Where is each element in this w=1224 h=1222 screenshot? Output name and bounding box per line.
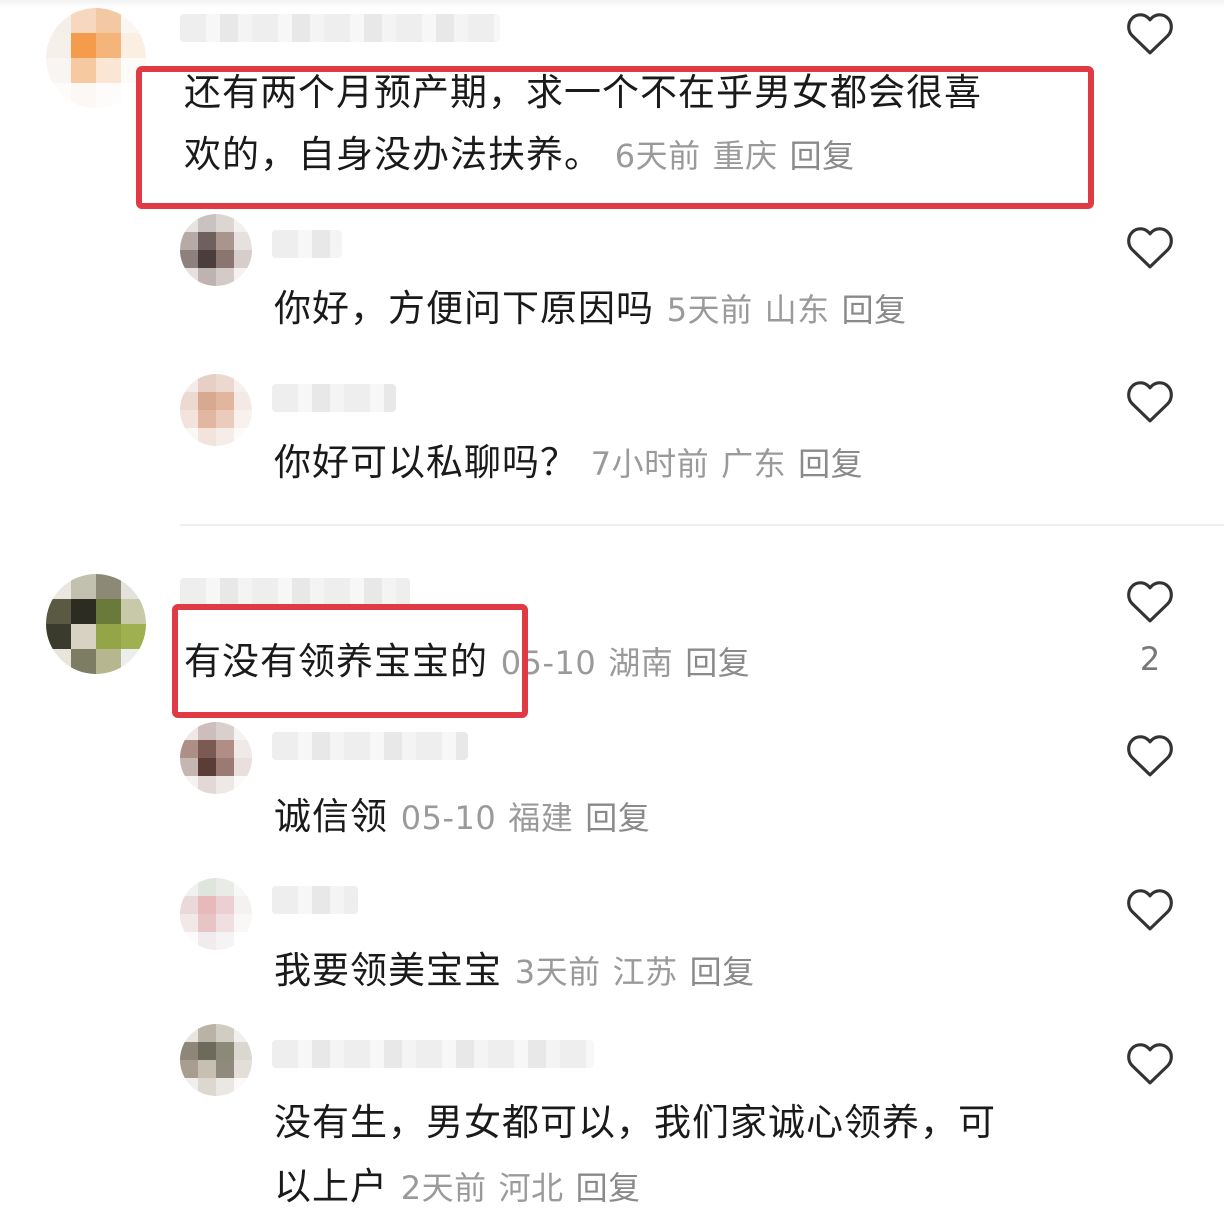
- heart-outline-icon[interactable]: [1124, 886, 1176, 932]
- heart-outline-icon[interactable]: [1124, 224, 1176, 270]
- comment-location: 湖南: [608, 644, 674, 682]
- reply-row: 你好可以私聊吗？ 7小时前 广东 回复: [274, 432, 863, 495]
- reply-text-line2: 以上户: [274, 1165, 388, 1208]
- reply-row: 我要领美宝宝 3天前 江苏 回复: [274, 940, 755, 1003]
- highlight-box: [136, 66, 1094, 209]
- username-redacted[interactable]: [272, 886, 358, 914]
- username-redacted[interactable]: [272, 732, 468, 760]
- reply-button[interactable]: 回复: [585, 799, 650, 837]
- highlight-box: [172, 604, 528, 718]
- thread-divider: [180, 524, 1224, 526]
- reply-location: 江苏: [612, 953, 678, 991]
- avatar[interactable]: [180, 1024, 252, 1096]
- reply-time: 5天前: [666, 291, 753, 329]
- reply-button[interactable]: 回复: [685, 644, 750, 682]
- reply-text: 我要领美宝宝: [274, 949, 502, 992]
- reply-button[interactable]: 回复: [690, 953, 755, 991]
- reply-row: 诚信领 05-10 福建 回复: [274, 786, 650, 849]
- top-edge: [0, 0, 1224, 8]
- avatar[interactable]: [180, 878, 252, 950]
- avatar[interactable]: [46, 8, 146, 108]
- heart-outline-icon[interactable]: [1124, 1040, 1176, 1086]
- like-count: 2: [1139, 640, 1161, 678]
- reply-button[interactable]: 回复: [576, 1169, 641, 1207]
- username-redacted[interactable]: [180, 14, 500, 42]
- reply-text: 你好，方便问下原因吗: [274, 287, 654, 330]
- reply-time: 2天前: [400, 1169, 487, 1207]
- username-redacted[interactable]: [272, 230, 342, 258]
- username-redacted[interactable]: [272, 384, 396, 412]
- username-redacted[interactable]: [180, 578, 410, 606]
- reply-location: 山东: [764, 291, 830, 329]
- reply-row-cont: 以上户 2天前 河北 回复: [274, 1156, 641, 1219]
- reply-location: 广东: [721, 445, 787, 483]
- reply-time: 3天前: [514, 953, 601, 991]
- heart-outline-icon[interactable]: [1124, 378, 1176, 424]
- reply-text: 你好可以私聊吗？: [274, 441, 578, 484]
- reply-location: 福建: [508, 799, 574, 837]
- avatar[interactable]: [180, 374, 252, 446]
- heart-outline-icon[interactable]: [1124, 10, 1176, 56]
- reply-button[interactable]: 回复: [798, 445, 863, 483]
- avatar[interactable]: [46, 574, 146, 674]
- reply-text-line1: 没有生，男女都可以，我们家诚心领养，可: [274, 1101, 996, 1144]
- reply-row: 你好，方便问下原因吗 5天前 山东 回复: [274, 278, 907, 341]
- heart-outline-icon[interactable]: [1124, 578, 1176, 624]
- avatar[interactable]: [180, 214, 252, 286]
- reply-time: 05-10: [400, 799, 497, 837]
- reply-text: 诚信领: [274, 795, 388, 838]
- heart-outline-icon[interactable]: [1124, 732, 1176, 778]
- avatar[interactable]: [180, 722, 252, 794]
- username-redacted[interactable]: [272, 1040, 594, 1068]
- reply-location: 河北: [498, 1169, 564, 1207]
- reply-time: 7小时前: [590, 445, 710, 483]
- reply-row: 没有生，男女都可以，我们家诚心领养，可: [274, 1092, 996, 1154]
- reply-button[interactable]: 回复: [842, 291, 907, 329]
